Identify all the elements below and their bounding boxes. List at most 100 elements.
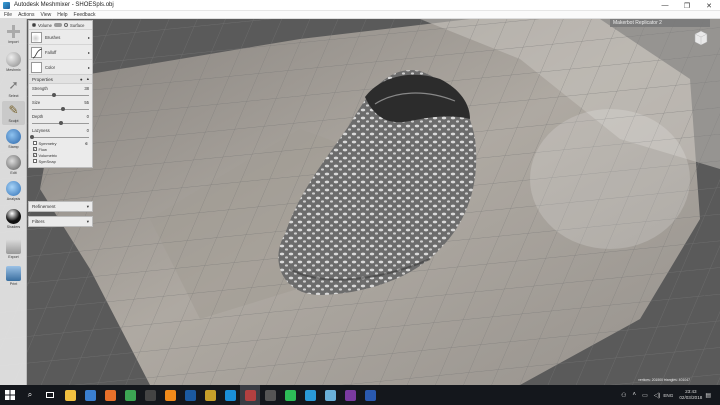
brushes-selector[interactable]: Brushes ▸ xyxy=(29,29,92,44)
refinement-section[interactable]: Refinement ▾ xyxy=(28,201,93,212)
tool-stamp[interactable]: Stamp xyxy=(2,127,25,151)
taskbar-app-whatsapp[interactable] xyxy=(280,385,300,405)
chevron-right-icon: ▸ xyxy=(87,34,90,40)
system-tray: ⚇ ˄ ▭ ◁) ENG 23:43 02/03/2018 ▤ xyxy=(618,385,714,405)
color-swatch xyxy=(31,61,42,73)
people-icon[interactable]: ⚇ xyxy=(621,392,626,399)
surface-label: Surface xyxy=(69,22,85,28)
volume-radio[interactable] xyxy=(32,23,36,27)
viewport-scene xyxy=(0,19,720,385)
symmetry-settings-icon[interactable]: ✲ xyxy=(85,141,88,146)
taskbar: ⌕ ⚇ ˄ ▭ ◁) ENG 23:43 02/03/2018 ▤ xyxy=(0,385,720,405)
menu-actions[interactable]: Actions xyxy=(18,12,34,18)
taskbar-app-meshmixer[interactable] xyxy=(240,385,260,405)
size-slider[interactable]: Size 55 xyxy=(29,98,92,112)
taskbar-app-firefox[interactable] xyxy=(100,385,120,405)
menu-bar: File Actions View Help Feedback xyxy=(0,11,720,19)
menu-help[interactable]: Help xyxy=(57,12,67,18)
strength-value: 38 xyxy=(84,86,89,91)
tool-shaders[interactable]: Shaders xyxy=(2,207,25,231)
tool-select[interactable]: ➚ Select xyxy=(2,76,25,100)
chevron-down-icon: ▾ xyxy=(86,203,89,209)
minimize-button[interactable]: — xyxy=(654,0,676,11)
settings-dot-icon[interactable]: ● xyxy=(80,77,83,82)
shader-ball-icon xyxy=(6,209,21,224)
taskbar-app-media[interactable] xyxy=(140,385,160,405)
taskbar-app-chrome[interactable] xyxy=(120,385,140,405)
symsnap-checkbox[interactable]: SymSnap xyxy=(29,158,92,164)
taskbar-app-photoshop[interactable] xyxy=(180,385,200,405)
menu-file[interactable]: File xyxy=(4,12,12,18)
sphere-icon xyxy=(6,52,21,67)
network-icon[interactable]: ▭ xyxy=(642,392,648,399)
left-toolbar: Import Meshmix ➚ Select ✎ Sculpt Stamp E… xyxy=(0,19,27,385)
volume-icon[interactable]: ◁) xyxy=(654,392,661,399)
taskbar-app-vlc[interactable] xyxy=(160,385,180,405)
language-indicator[interactable]: ENG xyxy=(663,393,673,398)
taskbar-app-telegram[interactable] xyxy=(300,385,320,405)
chrome-icon xyxy=(124,389,136,401)
tool-edit[interactable]: Edit xyxy=(2,153,25,177)
mode-toggle[interactable] xyxy=(53,23,62,27)
task-view-icon xyxy=(46,392,54,398)
firefox-icon xyxy=(104,389,116,401)
depth-value: 0 xyxy=(86,114,89,119)
strength-slider-knob[interactable] xyxy=(51,93,56,97)
clock-date: 02/03/2018 xyxy=(679,395,703,400)
notes-icon xyxy=(324,389,336,401)
clock[interactable]: 23:43 02/03/2018 xyxy=(679,389,702,401)
close-button[interactable]: ✕ xyxy=(698,0,720,11)
color-selector[interactable]: Color ▸ xyxy=(29,59,92,74)
surface-radio[interactable] xyxy=(63,23,68,27)
chevron-down-icon: ▾ xyxy=(86,218,89,224)
title-bar: Autodesk Meshmixer - SHOESpls.obj — ❐ ✕ xyxy=(0,0,720,11)
meshmixer-icon xyxy=(244,389,256,401)
task-view-button[interactable] xyxy=(40,385,60,405)
taskbar-app-calculator[interactable] xyxy=(260,385,280,405)
media-icon xyxy=(144,389,156,401)
depth-slider-knob[interactable] xyxy=(58,121,63,125)
notification-icon[interactable]: ▤ xyxy=(705,392,711,399)
tool-print[interactable]: Print xyxy=(2,264,25,288)
taskbar-app-revit[interactable] xyxy=(360,385,380,405)
tool-import[interactable]: Import xyxy=(2,22,25,46)
3d-viewport[interactable] xyxy=(0,19,720,385)
maximize-button[interactable]: ❐ xyxy=(676,0,698,11)
search-button[interactable]: ⌕ xyxy=(20,385,40,405)
strength-slider[interactable]: Strength 38 xyxy=(29,84,92,98)
menu-view[interactable]: View xyxy=(40,12,51,18)
telegram-icon xyxy=(304,389,316,401)
chevron-up-icon[interactable]: ˄ xyxy=(633,392,637,398)
depth-slider[interactable]: Depth 0 xyxy=(29,112,92,126)
chevron-up-icon[interactable]: ▴ xyxy=(87,76,89,82)
falloff-selector[interactable]: Falloff ▸ xyxy=(29,44,92,59)
printer-selector[interactable]: Makerbot Replicator 2 xyxy=(610,19,710,27)
taskbar-app-notes[interactable] xyxy=(320,385,340,405)
taskbar-app-illustrator[interactable] xyxy=(200,385,220,405)
menu-feedback[interactable]: Feedback xyxy=(74,12,96,18)
calculator-icon xyxy=(264,389,276,401)
brush-icon: ✎ xyxy=(8,103,19,117)
stamp-icon xyxy=(6,129,21,144)
tool-sculpt[interactable]: ✎ Sculpt xyxy=(2,101,25,125)
size-slider-knob[interactable] xyxy=(61,107,66,111)
lazyness-slider[interactable]: Lazyness 0 xyxy=(29,126,92,140)
taskbar-apps xyxy=(60,385,380,405)
tool-analysis[interactable]: Analysis xyxy=(2,179,25,203)
filters-section[interactable]: Filters ▾ xyxy=(28,216,93,227)
cura-icon xyxy=(224,389,236,401)
view-cube-icon[interactable] xyxy=(694,30,708,46)
taskbar-app-onenote[interactable] xyxy=(340,385,360,405)
properties-header[interactable]: Properties ● ▴ xyxy=(29,74,92,84)
taskbar-app-file-explorer[interactable] xyxy=(60,385,80,405)
taskbar-app-store[interactable] xyxy=(80,385,100,405)
sculpt-panel: Volume Surface Brushes ▸ Falloff ▸ Color… xyxy=(28,20,93,168)
taskbar-app-cura[interactable] xyxy=(220,385,240,405)
printer-icon xyxy=(6,266,21,281)
start-button[interactable] xyxy=(0,385,20,405)
tool-export[interactable]: Export xyxy=(2,237,25,261)
tool-meshmix[interactable]: Meshmix xyxy=(2,50,25,74)
search-icon: ⌕ xyxy=(27,390,33,399)
window-controls: — ❐ ✕ xyxy=(654,0,720,11)
lazyness-slider-knob[interactable] xyxy=(30,135,34,139)
